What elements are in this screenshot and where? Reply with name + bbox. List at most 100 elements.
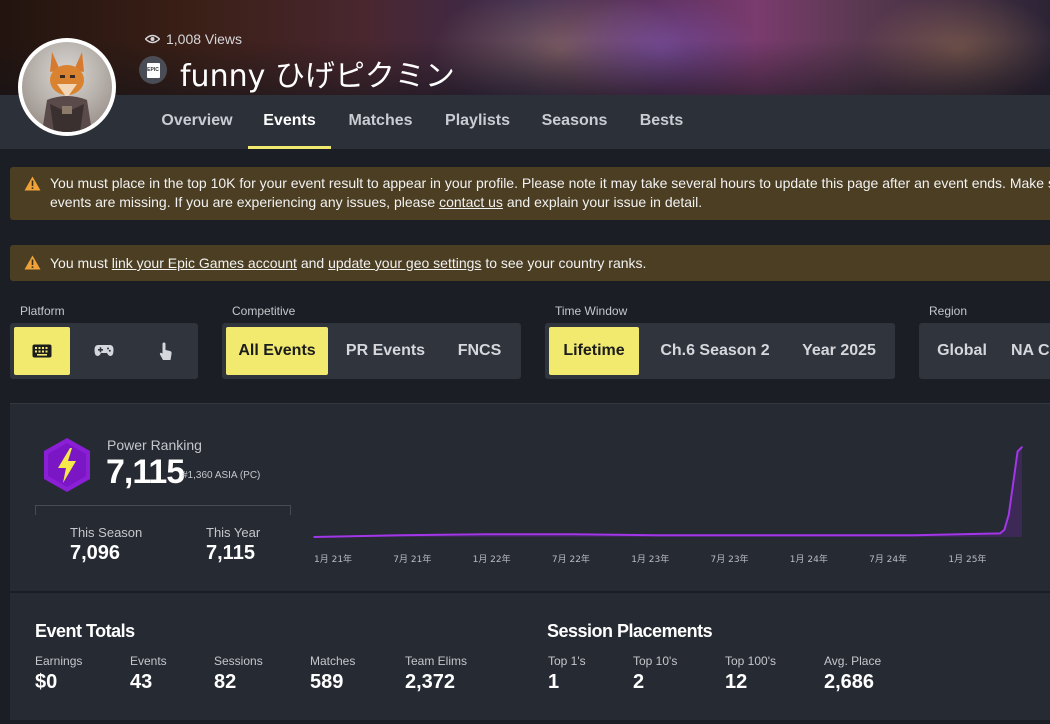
view-count: 1,008 Views	[145, 31, 242, 47]
alert-top10k: You must place in the top 10K for your e…	[10, 167, 1050, 220]
tab-events[interactable]: Events	[248, 95, 331, 149]
platform-keyboard-button[interactable]	[14, 327, 70, 375]
chart-point	[1008, 513, 1010, 516]
chart-point	[913, 534, 916, 536]
team-elims-value: 2,372	[405, 671, 456, 693]
this-year-value: 7,115	[206, 542, 255, 564]
chart-point	[741, 534, 744, 536]
time-window-lifetime-button[interactable]: Lifetime	[549, 327, 639, 375]
events-value: 43	[130, 671, 153, 693]
chart-tick-label: 1月 22年	[473, 553, 511, 565]
region-filter: Global NA C	[919, 323, 1050, 379]
chart-point	[484, 533, 487, 536]
warning-icon	[24, 255, 41, 270]
earnings-label: Earnings	[35, 654, 83, 668]
event-totals-title: Event Totals	[35, 621, 135, 641]
power-ranking-chart: 1月 21年 7月 21年 1月 22年 7月 22年 1月 23年 7月 23年 1月 2…	[313, 446, 1023, 565]
keyboard-icon	[32, 344, 52, 358]
earnings-value: $0	[35, 671, 58, 693]
alert-line-1: You must place in the top 10K for your e…	[50, 175, 1050, 191]
chart-area	[314, 447, 1022, 537]
gamepad-icon	[94, 345, 114, 357]
profile-tab-bar: Overview Events Matches Playlists Season…	[0, 95, 1050, 149]
chart-point	[827, 534, 830, 536]
eye-icon	[145, 34, 160, 44]
power-ranking-label: Power Ranking	[107, 437, 202, 453]
avg-place-label: Avg. Place	[824, 654, 882, 668]
link-epic-account-link[interactable]: link your Epic Games account	[112, 255, 297, 271]
chart-point	[313, 536, 315, 538]
power-ranking-icon	[44, 438, 90, 492]
tab-playlists[interactable]: Playlists	[430, 95, 525, 149]
chart-tick-label: 1月 21年	[314, 553, 352, 565]
chart-tick-label: 7月 23年	[711, 553, 749, 565]
chart-point	[1016, 450, 1019, 453]
competitive-pr-events-button[interactable]: PR Events	[334, 327, 437, 375]
chart-tick-label: 7月 22年	[552, 553, 590, 565]
tab-overview[interactable]: Overview	[148, 95, 246, 149]
top-100s-value: 12	[725, 671, 748, 693]
alert-country-text: You must link your Epic Games account an…	[50, 255, 647, 271]
competitive-filter: All Events PR Events FNCS	[222, 323, 521, 379]
alert-line-2: events are missing. If you are experienc…	[50, 194, 703, 210]
this-year-label: This Year	[206, 525, 261, 540]
platform-filter-label: Platform	[20, 304, 65, 318]
chart-point	[999, 532, 1001, 535]
top-100s-label: Top 100's	[725, 654, 776, 668]
chart-point	[570, 533, 573, 536]
session-placements-title: Session Placements	[547, 621, 713, 641]
update-geo-settings-link[interactable]: update your geo settings	[328, 255, 481, 271]
team-elims-label: Team Elims	[405, 654, 468, 668]
power-ranking-card: Power Ranking 7,115 #1,360 ASIA (PC) Thi…	[10, 403, 1050, 591]
totals-card: Event Totals Earnings $0 Events 43 Sessi…	[10, 593, 1050, 720]
chart-tick-label: 1月 23年	[631, 553, 669, 565]
chart-tick-label: 7月 24年	[869, 553, 907, 565]
time-window-filter: Lifetime Ch.6 Season 2 Year 2025	[545, 323, 895, 379]
competitive-fncs-button[interactable]: FNCS	[442, 327, 517, 375]
alert-country-ranks: You must link your Epic Games account an…	[10, 245, 1050, 281]
epic-games-icon: EPIC	[139, 56, 167, 84]
platform-filter	[10, 323, 198, 379]
top-1s-label: Top 1's	[548, 654, 586, 668]
chart-point	[398, 534, 401, 536]
platform-touch-button[interactable]	[138, 327, 194, 375]
matches-value: 589	[310, 671, 344, 693]
top-10s-value: 2	[633, 671, 645, 693]
matches-label: Matches	[310, 654, 356, 668]
competitive-all-events-button[interactable]: All Events	[226, 327, 328, 375]
sessions-label: Sessions	[214, 654, 263, 668]
chart-tick-label: 1月 25年	[948, 553, 986, 565]
time-window-year-button[interactable]: Year 2025	[789, 327, 889, 375]
this-season-value: 7,096	[70, 542, 121, 564]
tab-bests[interactable]: Bests	[624, 95, 699, 149]
chart-point	[656, 534, 658, 536]
top-1s-value: 1	[548, 671, 560, 693]
power-ranking-value: 7,115	[106, 453, 185, 491]
this-season-label: This Season	[70, 525, 143, 540]
time-window-filter-label: Time Window	[555, 304, 628, 318]
tab-matches[interactable]: Matches	[333, 95, 428, 149]
top-10s-label: Top 10's	[633, 654, 678, 668]
avatar	[18, 38, 116, 136]
competitive-filter-label: Competitive	[232, 304, 296, 318]
events-label: Events	[130, 654, 167, 668]
avg-place-value: 2,686	[824, 671, 875, 693]
chart-point	[1003, 529, 1006, 531]
chart-point	[1012, 482, 1014, 484]
contact-us-link[interactable]: contact us	[439, 194, 503, 210]
touch-icon	[159, 342, 172, 360]
warning-icon	[24, 176, 41, 191]
chart-point	[1021, 446, 1023, 448]
tab-seasons[interactable]: Seasons	[527, 95, 622, 149]
player-name: funny ひげピクミン	[180, 59, 455, 94]
platform-gamepad-button[interactable]	[76, 327, 132, 375]
region-filter-label: Region	[929, 304, 968, 318]
power-ranking-divider	[35, 505, 291, 515]
chart-line	[313, 446, 1023, 538]
region-na-button[interactable]: NA C	[1011, 327, 1050, 375]
time-window-season-button[interactable]: Ch.6 Season 2	[645, 327, 785, 375]
power-ranking-region-rank: #1,360 ASIA (PC)	[182, 470, 261, 481]
sessions-value: 82	[214, 671, 237, 693]
region-global-button[interactable]: Global	[923, 327, 1001, 375]
view-count-text: 1,008 Views	[166, 31, 243, 47]
